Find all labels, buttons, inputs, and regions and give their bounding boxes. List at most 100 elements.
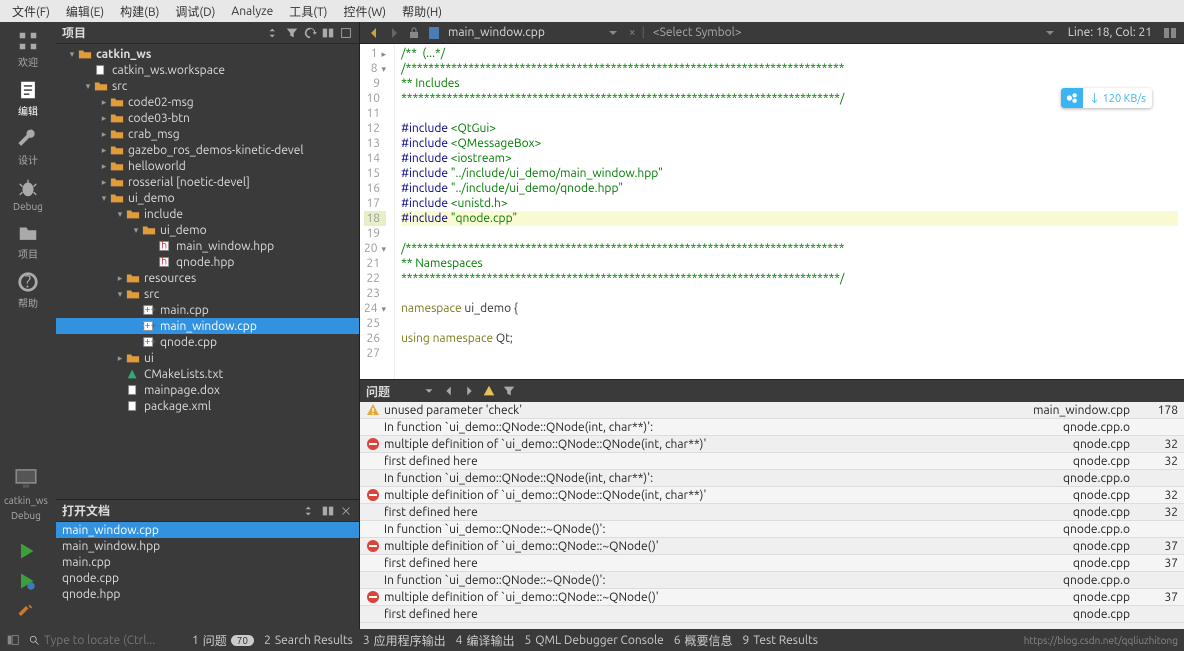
menu-debug[interactable]: 调试(D) (169, 1, 221, 22)
status-pane-6[interactable]: 6概要信息 (674, 632, 733, 649)
status-pane-2[interactable]: 2Search Results (264, 632, 353, 649)
problem-row[interactable]: In function `ui_demo::QNode::QNode(int, … (360, 470, 1184, 487)
tree-item[interactable]: ▸ui (56, 350, 359, 366)
sync-icon[interactable] (303, 26, 317, 40)
tree-item[interactable]: ▾catkin_ws (56, 46, 359, 62)
problems-header: 问题 (360, 380, 1184, 402)
open-doc-item[interactable]: qnode.hpp (56, 586, 359, 602)
run-icon[interactable] (16, 541, 36, 561)
menu-file[interactable]: 文件(F) (6, 1, 56, 22)
tree-item[interactable]: ▾include (56, 206, 359, 222)
close-panel-icon[interactable] (339, 26, 353, 40)
status-pane-5[interactable]: 5QML Debugger Console (524, 632, 663, 649)
problem-row[interactable]: first defined hereqnode.cpp32 (360, 504, 1184, 521)
tree-item[interactable]: ▸rosserial [noetic-devel] (56, 174, 359, 190)
tree-item[interactable]: c++main_window.cpp (56, 318, 359, 334)
mode-编辑[interactable]: 编辑 (4, 79, 52, 118)
tree-item[interactable]: c++main.cpp (56, 302, 359, 318)
problems-panel: 问题 unused parameter 'check'main_window.c… (360, 379, 1184, 629)
mode-项目[interactable]: 项目 (4, 222, 52, 261)
tree-item[interactable]: hqnode.hpp (56, 254, 359, 270)
open-doc-item[interactable]: main_window.cpp (56, 522, 359, 538)
mode-设计[interactable]: 设计 (4, 128, 52, 167)
split-editor-icon[interactable] (1162, 25, 1178, 41)
lock-icon[interactable] (406, 25, 422, 41)
build-icon[interactable] (16, 601, 36, 621)
symbol-selector[interactable]: <Select Symbol> (653, 26, 742, 39)
split-icon[interactable] (321, 504, 335, 518)
status-pane-1[interactable]: 1问题70 (192, 632, 254, 649)
line-col-indicator[interactable]: Line: 18, Col: 21 (1068, 26, 1152, 39)
mode-欢迎[interactable]: 欢迎 (4, 30, 52, 69)
tree-item[interactable]: ▾src (56, 78, 359, 94)
menu-build[interactable]: 构建(B) (114, 1, 165, 22)
problem-row[interactable]: In function `ui_demo::QNode::~QNode()':q… (360, 521, 1184, 538)
editor-filename: main_window.cpp (448, 26, 545, 39)
tree-item[interactable]: ▾src (56, 286, 359, 302)
close-tab[interactable]: × (629, 26, 636, 39)
dropdown-icon[interactable] (422, 384, 436, 398)
menu-edit[interactable]: 编辑(E) (60, 1, 110, 22)
tree-item[interactable]: package.xml (56, 398, 359, 414)
problem-row[interactable]: multiple definition of `ui_demo::QNode::… (360, 487, 1184, 504)
tree-item[interactable]: ▸crab_msg (56, 126, 359, 142)
tree-item[interactable]: catkin_ws.workspace (56, 62, 359, 78)
nav-fwd-icon[interactable] (386, 25, 402, 41)
problem-row[interactable]: multiple definition of `ui_demo::QNode::… (360, 538, 1184, 555)
sort-icon[interactable] (303, 504, 317, 518)
warning-header-icon[interactable] (482, 384, 496, 398)
status-pane-9[interactable]: 9Test Results (743, 632, 818, 649)
problem-row[interactable]: multiple definition of `ui_demo::QNode::… (360, 436, 1184, 453)
open-doc-item[interactable]: main.cpp (56, 554, 359, 570)
sort-icon[interactable] (267, 26, 281, 40)
tree-item[interactable]: ▸helloworld (56, 158, 359, 174)
status-pane-4[interactable]: 4编译输出 (456, 632, 515, 649)
status-pane-3[interactable]: 3应用程序输出 (363, 632, 446, 649)
next-icon[interactable] (462, 384, 476, 398)
download-badge[interactable]: ↓ 120 KB/s (1061, 88, 1152, 108)
problem-row[interactable]: first defined hereqnode.cpp32 (360, 453, 1184, 470)
tree-item[interactable]: ▸code03-btn (56, 110, 359, 126)
tree-item[interactable]: CMakeLists.txt (56, 366, 359, 382)
problem-row[interactable]: multiple definition of `ui_demo::QNode::… (360, 589, 1184, 606)
tree-item[interactable]: hmain_window.hpp (56, 238, 359, 254)
run-debug-icon[interactable] (16, 571, 36, 591)
split-icon[interactable] (321, 26, 335, 40)
problem-row[interactable]: In function `ui_demo::QNode::QNode(int, … (360, 419, 1184, 436)
problem-row[interactable]: first defined hereqnode.cpp (360, 606, 1184, 623)
open-doc-item[interactable]: main_window.hpp (56, 538, 359, 554)
prev-icon[interactable] (442, 384, 456, 398)
build-context[interactable]: catkin_ws Debug (4, 465, 48, 521)
code-editor[interactable]: 1▸8▾9 10 11 12 13 14 15 16 17 18 19 20▾2… (360, 44, 1184, 379)
problem-row[interactable]: unused parameter 'check'main_window.cpp1… (360, 402, 1184, 419)
filter-icon[interactable] (285, 26, 299, 40)
project-tree[interactable]: ▾catkin_wscatkin_ws.workspace▾src▸code02… (56, 44, 359, 499)
menu-help[interactable]: 帮助(H) (396, 1, 448, 22)
tree-item[interactable]: mainpage.dox (56, 382, 359, 398)
mode-帮助[interactable]: ?帮助 (4, 271, 52, 310)
tree-item[interactable]: ▾ui_demo (56, 222, 359, 238)
problem-row[interactable]: first defined hereqnode.cpp37 (360, 555, 1184, 572)
tree-item[interactable]: ▸code02-msg (56, 94, 359, 110)
problems-list[interactable]: unused parameter 'check'main_window.cpp1… (360, 402, 1184, 629)
menu-analyze[interactable]: Analyze (225, 3, 279, 20)
mode-Debug[interactable]: Debug (4, 177, 52, 212)
locator-input[interactable] (44, 634, 184, 647)
close-icon[interactable] (339, 504, 353, 518)
dropdown-icon[interactable] (1042, 25, 1058, 41)
locator[interactable] (28, 634, 184, 647)
dropdown-icon[interactable] (605, 25, 621, 41)
toggle-sidebar-icon[interactable] (6, 633, 20, 647)
open-doc-item[interactable]: qnode.cpp (56, 570, 359, 586)
filter-icon[interactable] (502, 384, 516, 398)
tree-item[interactable]: ▾ui_demo (56, 190, 359, 206)
nav-back-icon[interactable] (366, 25, 382, 41)
statusbar: 1问题70 2Search Results 3应用程序输出 4编译输出 5QML Deb… (0, 629, 1184, 651)
menu-widgets[interactable]: 控件(W) (337, 1, 392, 22)
tree-item[interactable]: ▸gazebo_ros_demos-kinetic-devel (56, 142, 359, 158)
menu-tools[interactable]: 工具(T) (283, 1, 333, 22)
problem-row[interactable]: In function `ui_demo::QNode::~QNode()':q… (360, 572, 1184, 589)
open-docs-list[interactable]: main_window.cppmain_window.hppmain.cppqn… (56, 522, 359, 629)
tree-item[interactable]: ▸resources (56, 270, 359, 286)
tree-item[interactable]: c++qnode.cpp (56, 334, 359, 350)
